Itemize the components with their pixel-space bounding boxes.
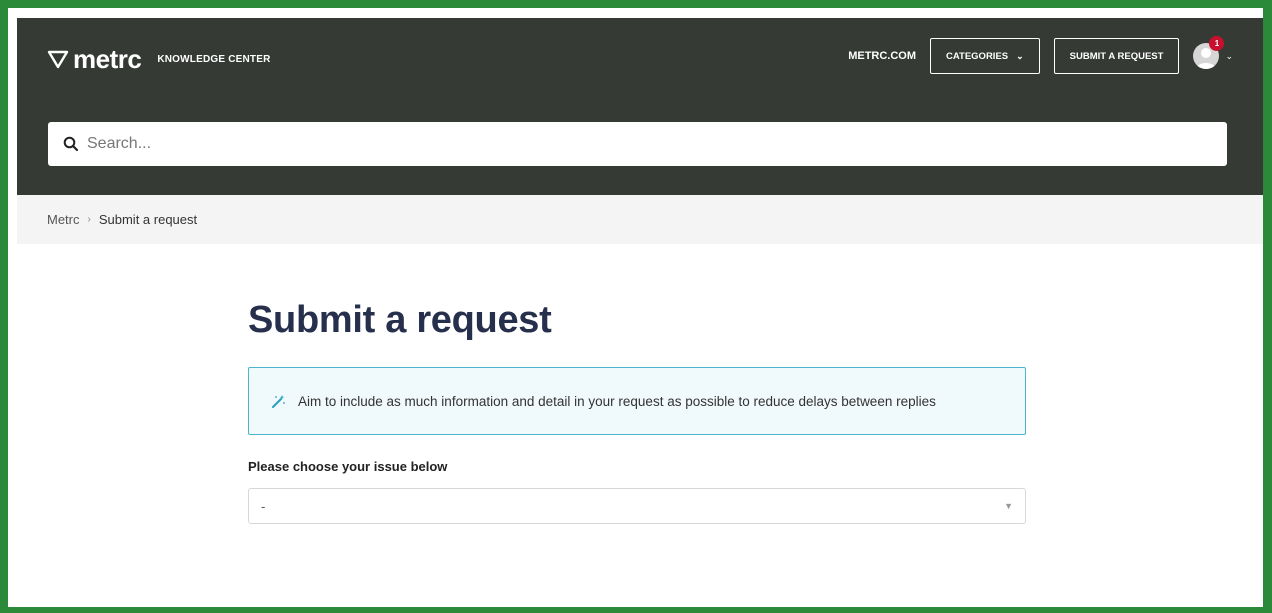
site-header: metrc KNOWLEDGE CENTER METRC.COM CATEGOR… bbox=[17, 18, 1263, 195]
search-input[interactable] bbox=[87, 135, 1187, 153]
user-menu[interactable]: 1 ⌄ bbox=[1193, 36, 1233, 69]
magic-wand-icon bbox=[272, 394, 285, 408]
breadcrumb-current[interactable]: Submit a request bbox=[99, 212, 197, 227]
caret-down-icon: ▼ bbox=[1004, 501, 1013, 511]
info-notice: Aim to include as much information and d… bbox=[248, 367, 1026, 435]
brand-logo[interactable]: metrc KNOWLEDGE CENTER bbox=[47, 46, 271, 72]
categories-button[interactable]: CATEGORIES ⌄ bbox=[930, 38, 1040, 74]
breadcrumb: Metrc › Submit a request bbox=[17, 195, 1263, 244]
issue-select-value: - bbox=[261, 498, 266, 514]
submit-request-label: SUBMIT A REQUEST bbox=[1069, 50, 1164, 62]
notice-text: Aim to include as much information and d… bbox=[298, 393, 936, 409]
brand-name: metrc bbox=[73, 44, 142, 74]
search-icon bbox=[63, 136, 79, 152]
search-bar bbox=[48, 122, 1227, 166]
breadcrumb-root-link[interactable]: Metrc bbox=[47, 212, 80, 227]
page-frame: metrc KNOWLEDGE CENTER METRC.COM CATEGOR… bbox=[8, 8, 1263, 607]
knowledge-center-label: KNOWLEDGE CENTER bbox=[157, 53, 271, 65]
chevron-down-icon: ⌄ bbox=[1225, 50, 1233, 61]
top-nav: METRC.COM CATEGORIES ⌄ SUBMIT A REQUEST … bbox=[848, 36, 1233, 74]
breadcrumb-separator: › bbox=[87, 214, 91, 225]
metrc-logo-icon bbox=[47, 50, 69, 69]
categories-label: CATEGORIES bbox=[946, 50, 1009, 62]
metrc-com-link[interactable]: METRC.COM bbox=[848, 50, 916, 62]
submit-request-button[interactable]: SUBMIT A REQUEST bbox=[1053, 38, 1180, 74]
issue-label: Please choose your issue below bbox=[248, 459, 448, 474]
issue-select[interactable]: - ▼ bbox=[248, 488, 1026, 524]
page-title: Submit a request bbox=[248, 299, 552, 341]
chevron-down-icon: ⌄ bbox=[1016, 50, 1024, 61]
notification-badge: 1 bbox=[1209, 36, 1225, 51]
